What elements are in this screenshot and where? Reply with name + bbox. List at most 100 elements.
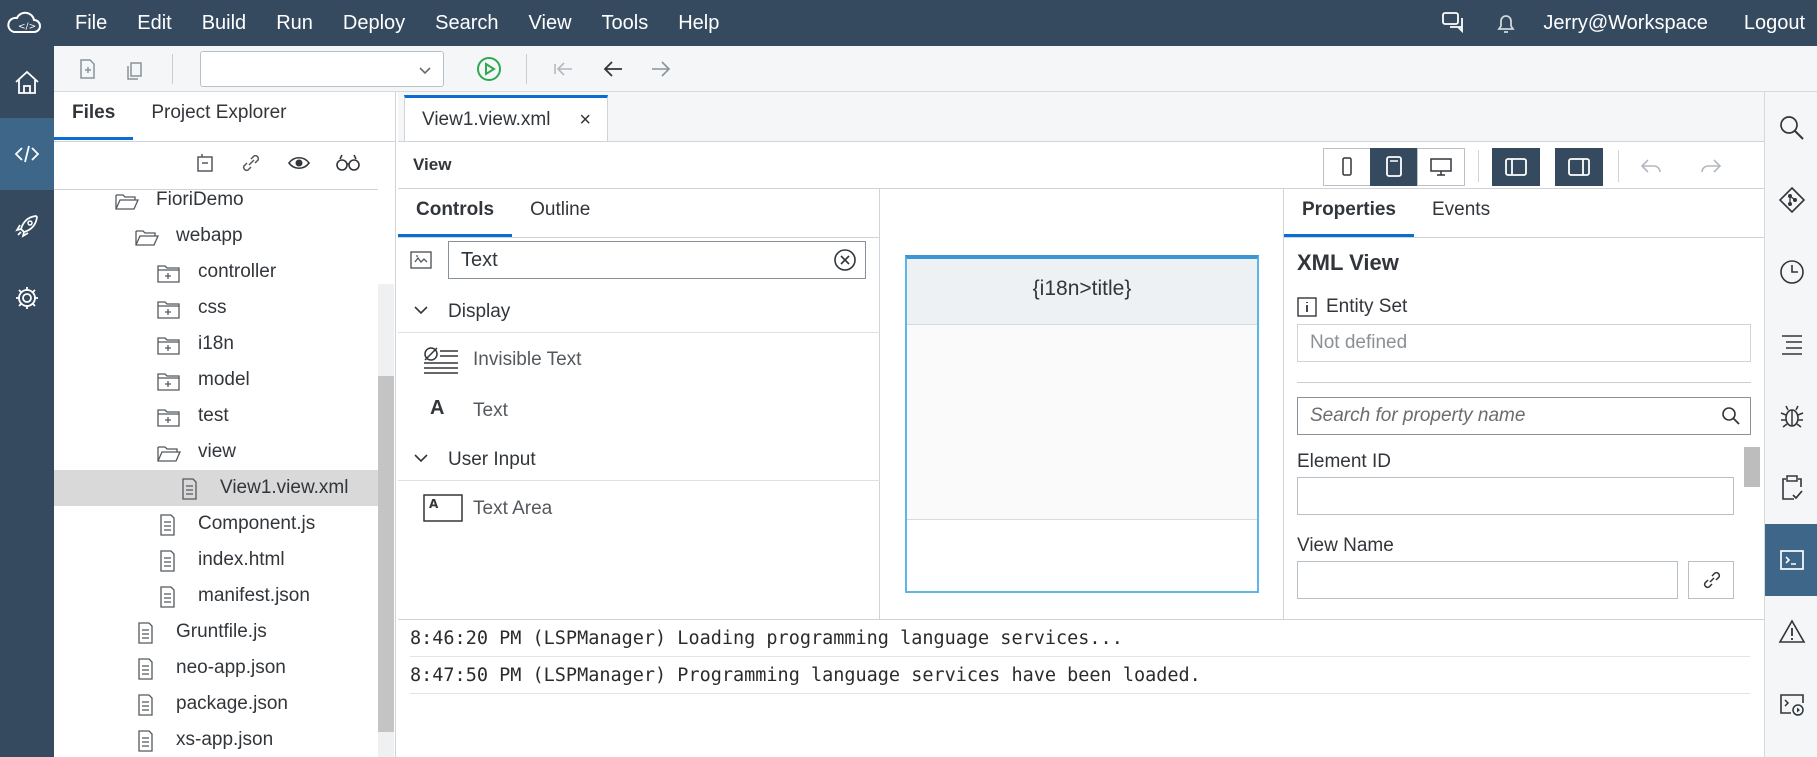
rocket-icon[interactable]	[0, 190, 54, 262]
right-pane-icon[interactable]	[1555, 148, 1603, 186]
file-tree-file[interactable]: package.json	[54, 686, 378, 722]
file-tree-file[interactable]: xs-app.json	[54, 722, 378, 757]
menu-run[interactable]: Run	[261, 0, 328, 46]
copy-icon[interactable]	[122, 56, 148, 82]
menu-help[interactable]: Help	[663, 0, 734, 46]
cloud-logo-icon[interactable]: </>	[4, 8, 44, 38]
file-tree-label: xs-app.json	[176, 729, 274, 750]
control-text-area[interactable]: A Text Area	[398, 483, 880, 533]
file-tree-label: controller	[198, 261, 277, 282]
controls-tabs: Controls Outline	[398, 189, 608, 237]
file-tree-file[interactable]: Component.js	[54, 506, 378, 542]
redo-icon[interactable]	[1698, 154, 1724, 178]
file-icon	[178, 478, 202, 500]
menu-tools[interactable]: Tools	[587, 0, 664, 46]
collapse-all-icon[interactable]	[192, 150, 218, 176]
controls-search-input[interactable]: Text	[448, 241, 866, 279]
gear-icon[interactable]	[0, 262, 54, 334]
file-tree-folder[interactable]: view	[54, 434, 378, 470]
menu-build[interactable]: Build	[187, 0, 261, 46]
menu-view[interactable]: View	[514, 0, 587, 46]
tab-project-explorer[interactable]: Project Explorer	[133, 92, 304, 140]
new-file-icon[interactable]	[74, 56, 100, 82]
link-icon[interactable]	[238, 150, 264, 176]
git-icon[interactable]	[1765, 164, 1817, 236]
view-name-input[interactable]	[1297, 561, 1678, 599]
file-tree-file[interactable]: Gruntfile.js	[54, 614, 378, 650]
phone-icon[interactable]	[1323, 148, 1371, 186]
properties-scrollbar[interactable]	[1744, 447, 1760, 487]
group-display[interactable]: Display	[398, 289, 880, 333]
outline-icon[interactable]	[1765, 308, 1817, 380]
properties-pane: Properties Events XML View Entity Set No…	[1283, 189, 1764, 619]
tab-files[interactable]: Files	[54, 92, 134, 140]
file-tree-label: test	[198, 405, 229, 426]
search-icon[interactable]	[1765, 92, 1817, 164]
show-hidden-icon[interactable]	[286, 150, 312, 176]
device-preview[interactable]: {i18n>title}	[905, 255, 1259, 593]
group-user-input[interactable]: User Input	[398, 437, 880, 481]
search-icon[interactable]	[334, 150, 362, 176]
file-tree-folder[interactable]: webapp	[54, 218, 378, 254]
element-id-input[interactable]	[1297, 477, 1734, 515]
control-invisible-text[interactable]: Invisible Text	[398, 334, 880, 384]
tab-properties[interactable]: Properties	[1284, 189, 1414, 237]
run-icon[interactable]	[476, 56, 502, 82]
clipboard-check-icon[interactable]	[1765, 452, 1817, 524]
back-to-edit-icon[interactable]	[550, 56, 576, 82]
navigate-forward-icon[interactable]	[648, 56, 674, 82]
menu-edit[interactable]: Edit	[122, 0, 186, 46]
warning-icon[interactable]	[1765, 596, 1817, 668]
file-tree-folder[interactable]: FioriDemo	[54, 182, 378, 218]
clear-icon[interactable]	[833, 248, 857, 272]
bell-icon[interactable]	[1491, 8, 1521, 38]
file-tree-folder[interactable]: test	[54, 398, 378, 434]
file-explorer-panel: Files Project Explorer FioriDemo webapp co…	[54, 92, 396, 757]
file-tree-file[interactable]: View1.view.xml	[54, 470, 378, 506]
chat-icon[interactable]	[1439, 8, 1469, 38]
tablet-icon[interactable]	[1370, 148, 1418, 186]
console-icon[interactable]	[1765, 524, 1817, 596]
menu-file[interactable]: File	[60, 0, 122, 46]
run-configuration-select[interactable]	[200, 51, 444, 87]
control-palette-icon[interactable]	[408, 247, 434, 273]
user-name[interactable]: Jerry@Workspace	[1543, 12, 1707, 35]
search-icon[interactable]	[1720, 405, 1742, 427]
entity-set-field[interactable]: Not defined	[1297, 324, 1751, 362]
desktop-icon[interactable]	[1417, 148, 1465, 186]
page-title[interactable]: {i18n>title}	[907, 259, 1257, 325]
link-icon[interactable]	[1688, 561, 1734, 599]
file-tree-file[interactable]: neo-app.json	[54, 650, 378, 686]
debug-icon[interactable]	[1765, 380, 1817, 452]
file-tree-folder[interactable]: model	[54, 362, 378, 398]
tab-controls[interactable]: Controls	[398, 189, 513, 237]
file-tree-folder[interactable]: css	[54, 290, 378, 326]
property-search-input[interactable]: Search for property name	[1297, 397, 1751, 435]
file-tree-file[interactable]: manifest.json	[54, 578, 378, 614]
text-a-icon: A	[430, 397, 445, 419]
console-panel: 8:46:20 PM (LSPManager) Loading programm…	[398, 619, 1764, 757]
navigate-back-icon[interactable]	[600, 56, 626, 82]
control-text[interactable]: A Text	[398, 385, 880, 435]
code-icon[interactable]	[0, 118, 54, 190]
left-pane-icon[interactable]	[1492, 148, 1540, 186]
file-tree-scroll-thumb[interactable]	[378, 376, 394, 732]
file-tree-folder[interactable]: controller	[54, 254, 378, 290]
menu-search[interactable]: Search	[420, 0, 513, 46]
entity-set-value: Not defined	[1310, 332, 1408, 353]
file-tree-folder[interactable]: i18n	[54, 326, 378, 362]
file-tree-file[interactable]: index.html	[54, 542, 378, 578]
logout-link[interactable]: Logout	[1744, 12, 1805, 35]
tab-events[interactable]: Events	[1414, 189, 1508, 237]
tab-outline[interactable]: Outline	[512, 189, 608, 237]
folder-icon	[156, 334, 180, 356]
close-icon[interactable]: ×	[579, 109, 591, 132]
file-icon	[134, 694, 158, 716]
editor-tab-view1[interactable]: View1.view.xml ×	[404, 95, 608, 141]
page-footer[interactable]	[907, 519, 1257, 591]
menu-deploy[interactable]: Deploy	[328, 0, 420, 46]
history-icon[interactable]	[1765, 236, 1817, 308]
run-console-icon[interactable]	[1765, 668, 1817, 740]
home-icon[interactable]	[0, 46, 54, 118]
undo-icon[interactable]	[1638, 154, 1664, 178]
